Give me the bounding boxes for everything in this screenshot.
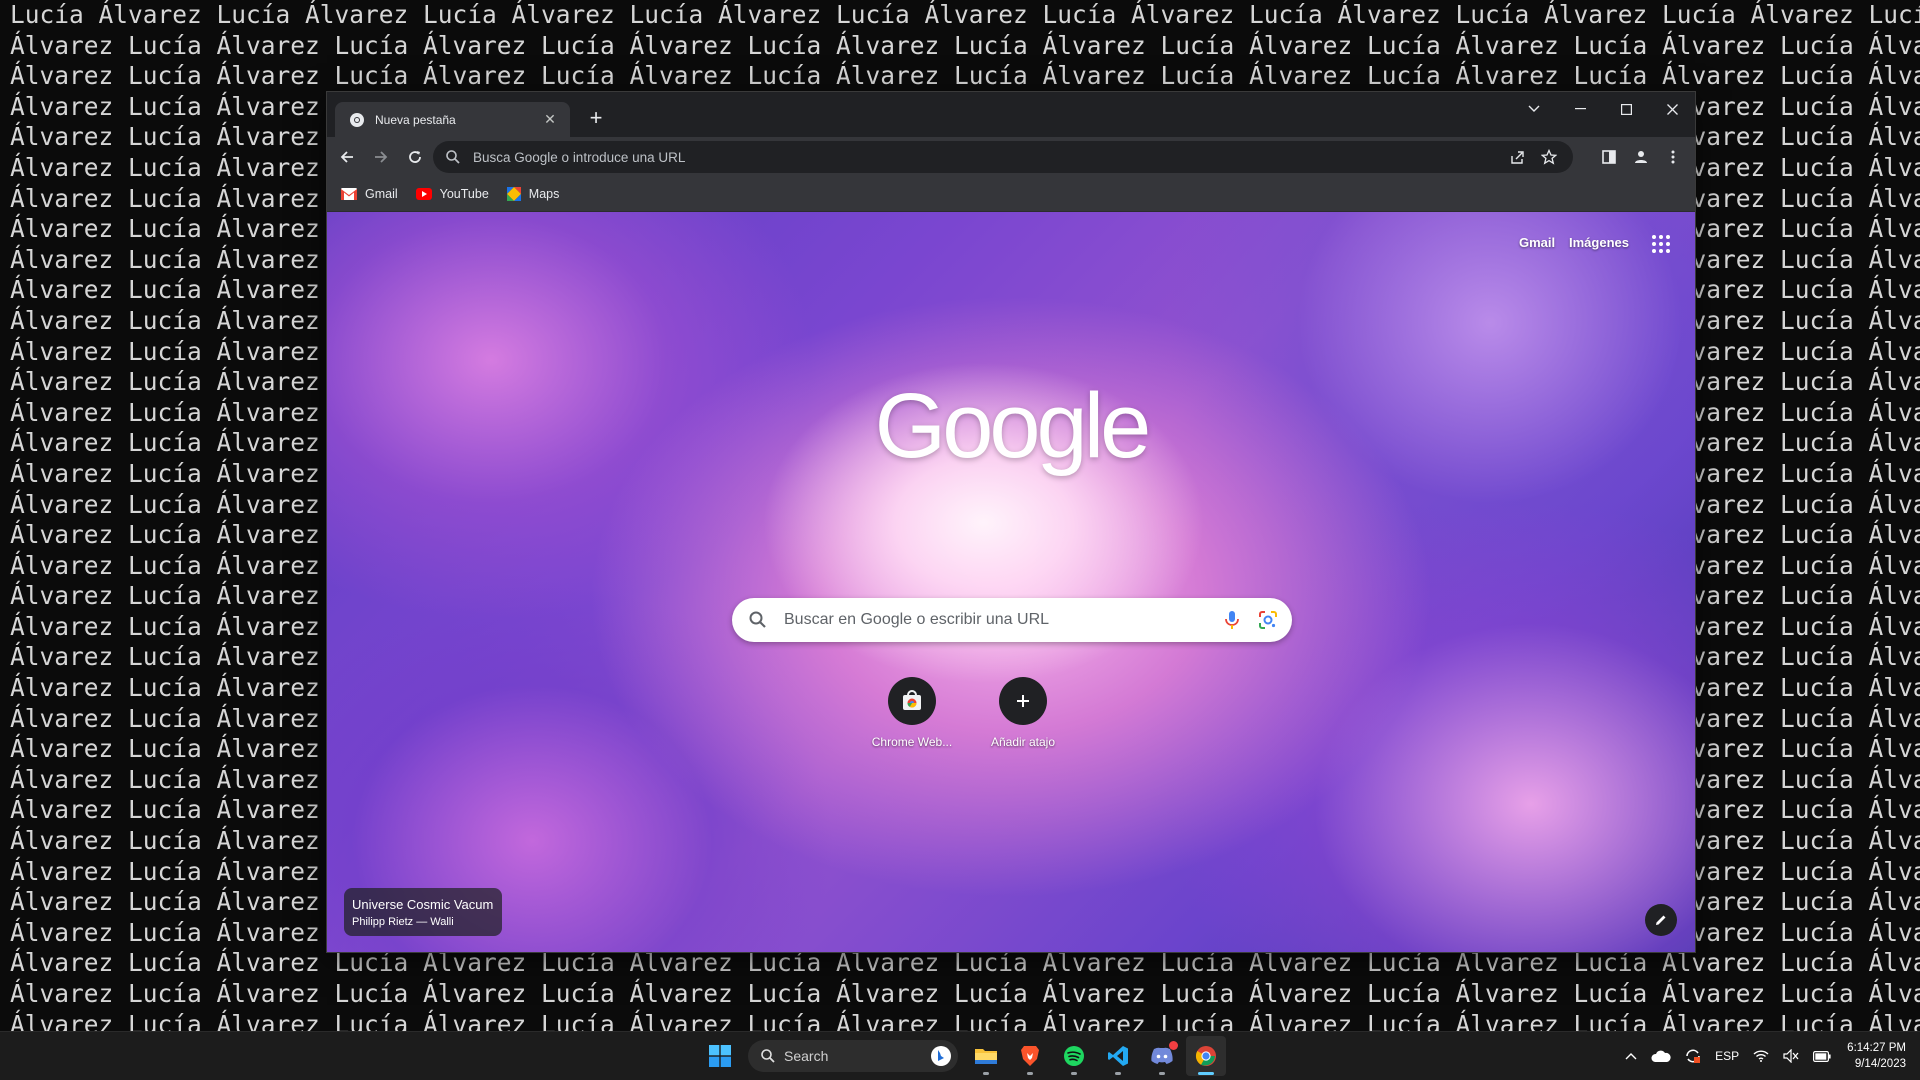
shortcut-label: Añadir atajo: [990, 735, 1056, 749]
tab-close-icon[interactable]: ✕: [538, 111, 562, 128]
running-indicator: [1159, 1072, 1165, 1075]
chrome-web-store-icon: [903, 690, 921, 710]
taskbar-chrome[interactable]: [1186, 1036, 1226, 1076]
taskbar-spotify[interactable]: [1054, 1036, 1094, 1076]
spotify-icon: [1064, 1046, 1084, 1066]
omnibox[interactable]: [433, 141, 1573, 173]
wallpaper-line: Lucía Álvarez Lucía Álvarez Lucía Álvare…: [10, 0, 1920, 29]
bookmark-youtube[interactable]: YouTube: [415, 187, 489, 201]
tab-new-tab[interactable]: Nueva pestaña ✕: [335, 102, 570, 137]
bookmark-label: YouTube: [439, 187, 489, 201]
shortcut-add[interactable]: Añadir atajo: [967, 677, 1079, 749]
reload-icon[interactable]: [399, 141, 431, 173]
wifi-icon[interactable]: [1753, 1050, 1769, 1062]
attribution-author: Philipp Rietz — Walli: [352, 916, 454, 928]
file-explorer-icon: [975, 1049, 997, 1064]
running-indicator: [1027, 1072, 1033, 1075]
sync-icon[interactable]: [1685, 1048, 1701, 1064]
plus-icon: [1017, 695, 1029, 707]
ntp-search-box[interactable]: [732, 598, 1292, 642]
shortcut-chrome-web-store[interactable]: Chrome Web...: [856, 677, 968, 749]
customize-chrome-button[interactable]: [1645, 904, 1677, 936]
search-icon: [761, 1049, 775, 1063]
running-indicator: [1198, 1072, 1214, 1075]
onedrive-icon[interactable]: [1651, 1050, 1671, 1062]
google-lens-icon[interactable]: [1256, 608, 1280, 632]
system-tray: ESP 6:14:27 PM 9/14/2023: [1611, 1032, 1906, 1080]
language-indicator[interactable]: ESP: [1715, 1049, 1739, 1063]
clock-date: 9/14/2023: [1854, 1058, 1906, 1070]
taskbar-vscode[interactable]: [1098, 1036, 1138, 1076]
maps-icon: [506, 187, 521, 201]
clock[interactable]: 6:14:27 PM 9/14/2023: [1847, 1040, 1906, 1072]
start-button[interactable]: [700, 1036, 740, 1076]
menu-kebab-icon[interactable]: [1657, 141, 1689, 173]
close-window-icon[interactable]: [1649, 92, 1695, 126]
taskbar-discord[interactable]: [1142, 1036, 1182, 1076]
new-tab-button[interactable]: +: [582, 104, 610, 132]
taskbar-file-explorer[interactable]: [966, 1036, 1006, 1076]
taskbar-brave[interactable]: [1010, 1036, 1050, 1076]
new-tab-page: Gmail Imágenes Google Buscar en Google o…: [327, 212, 1695, 952]
share-icon[interactable]: [1501, 143, 1533, 171]
taskbar: Search ESP 6:14:27 PM 9/14/2023: [0, 1031, 1920, 1080]
back-icon[interactable]: [331, 141, 363, 173]
tab-search-icon[interactable]: [1511, 92, 1557, 126]
forward-icon[interactable]: [365, 141, 397, 173]
shortcut-tile: [888, 677, 936, 725]
google-logo: Google: [874, 375, 1152, 477]
bookmark-maps[interactable]: Maps: [506, 187, 560, 201]
running-indicator: [983, 1072, 989, 1075]
bookmark-star-icon[interactable]: [1533, 143, 1565, 171]
running-indicator: [1115, 1072, 1121, 1075]
shortcut-tile: [999, 677, 1047, 725]
wallpaper-line: Álvarez Lucía Álvarez Lucía Álvarez Lucí…: [10, 30, 1920, 60]
running-indicator: [1071, 1072, 1077, 1075]
youtube-icon: [415, 188, 432, 200]
bookmarks-bar: Gmail YouTube Maps: [327, 177, 1695, 212]
search-icon: [749, 611, 766, 628]
google-apps-icon[interactable]: [1649, 232, 1673, 256]
side-panel-icon[interactable]: [1593, 141, 1625, 173]
toolbar: [327, 137, 1695, 177]
bing-chat-icon[interactable]: [930, 1045, 952, 1067]
maximize-icon[interactable]: [1603, 92, 1649, 126]
taskbar-search-box[interactable]: Search: [748, 1040, 958, 1072]
voice-search-icon[interactable]: [1220, 608, 1244, 632]
chrome-icon: [1195, 1046, 1216, 1066]
title-bar[interactable]: Nueva pestaña ✕ +: [327, 92, 1695, 137]
chrome-window: Nueva pestaña ✕ + Busca Google o introdu…: [327, 92, 1695, 952]
wallpaper-line: Álvarez Lucía Álvarez Lucía Álvarez Lucí…: [10, 979, 1920, 1008]
images-link[interactable]: Imágenes: [1569, 235, 1629, 250]
attribution-title: Universe Cosmic Vacum: [352, 897, 494, 912]
bookmark-label: Gmail: [365, 187, 398, 201]
profile-icon[interactable]: [1625, 141, 1657, 173]
windows-logo-icon: [709, 1045, 731, 1067]
bookmark-label: Maps: [528, 187, 560, 201]
brave-icon: [1021, 1046, 1039, 1066]
bookmark-gmail[interactable]: Gmail: [341, 187, 398, 201]
search-icon: [446, 150, 460, 164]
chrome-favicon-icon: [350, 112, 364, 127]
wallpaper-line: Álvarez Lucía Álvarez Lucía Álvarez Lucí…: [10, 948, 1920, 978]
gmail-icon: [341, 188, 357, 200]
battery-icon[interactable]: [1813, 1050, 1831, 1062]
wallpaper-line: Álvarez Lucía Álvarez Lucía Álvarez Lucí…: [10, 1009, 1920, 1032]
pencil-icon: [1656, 915, 1666, 925]
shortcut-label: Chrome Web...: [871, 735, 953, 749]
tab-title: Nueva pestaña: [375, 112, 456, 127]
clock-time: 6:14:27 PM: [1847, 1042, 1906, 1054]
vscode-icon: [1108, 1046, 1128, 1066]
volume-muted-icon[interactable]: [1783, 1049, 1799, 1063]
window-controls: [1511, 92, 1695, 126]
ntp-search-input[interactable]: [782, 610, 1220, 630]
background-attribution[interactable]: Universe Cosmic Vacum Philipp Rietz — Wa…: [344, 888, 503, 936]
show-hidden-icons-icon[interactable]: [1625, 1052, 1637, 1060]
notification-badge-icon: [1169, 1041, 1178, 1050]
wallpaper-line: Álvarez Lucía Álvarez Lucía Álvarez Lucí…: [10, 61, 1920, 91]
taskbar-search-label: Search: [784, 1048, 829, 1064]
gmail-link[interactable]: Gmail: [1519, 235, 1555, 250]
address-input[interactable]: [471, 148, 1501, 166]
minimize-icon[interactable]: [1557, 92, 1603, 126]
